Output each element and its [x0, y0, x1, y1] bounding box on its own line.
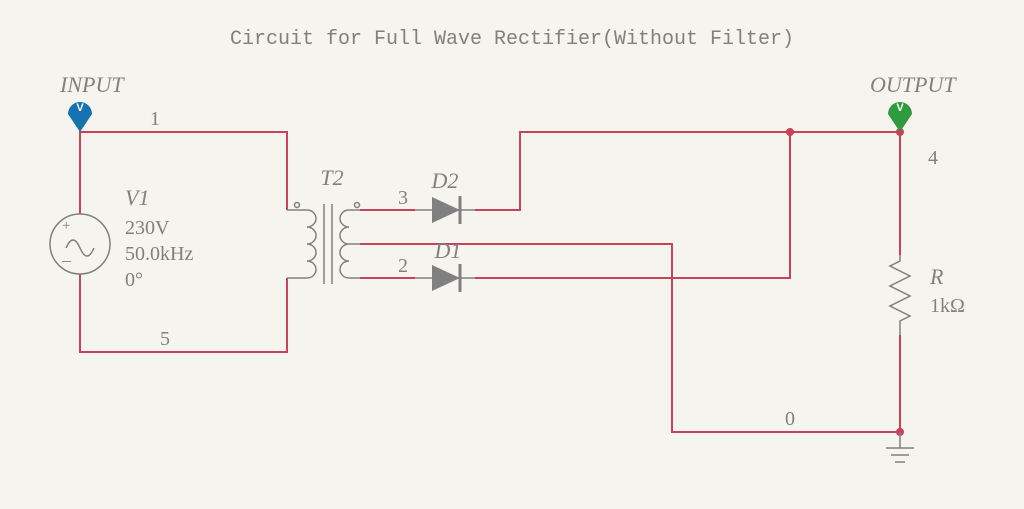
diagram-title: Circuit for Full Wave Rectifier(Without …	[230, 28, 794, 51]
probe-output-letter: V	[896, 102, 904, 114]
diode-d1	[415, 264, 475, 292]
net-0: 0	[785, 408, 795, 430]
wire-n5	[80, 274, 287, 352]
label-output: OUTPUT	[870, 72, 957, 97]
source-v1: + –	[50, 214, 110, 274]
svg-text:+: +	[62, 218, 70, 234]
net-2: 2	[398, 255, 408, 277]
wire-n4-top	[475, 132, 900, 210]
net-3: 3	[398, 187, 408, 209]
t2-name: T2	[320, 165, 343, 190]
v1-voltage: 230V	[125, 217, 170, 239]
probe-output[interactable]: V	[888, 102, 912, 132]
net-4: 4	[928, 147, 938, 169]
transformer-t2	[287, 203, 360, 285]
d1-name: D1	[434, 238, 462, 263]
svg-text:–: –	[61, 250, 72, 270]
probe-input[interactable]: V	[68, 102, 92, 132]
wire-n4-mid	[475, 132, 790, 278]
v1-name: V1	[125, 185, 149, 210]
schematic-canvas: Circuit for Full Wave Rectifier(Without …	[0, 0, 1024, 509]
v1-phase: 0°	[125, 269, 143, 291]
d2-name: D2	[431, 168, 459, 193]
resistor-r	[890, 255, 910, 335]
r-name: R	[929, 264, 944, 289]
ground-symbol	[886, 432, 914, 462]
diode-d2	[415, 196, 475, 224]
label-input: INPUT	[59, 72, 125, 97]
net-5: 5	[160, 328, 170, 350]
net-1: 1	[150, 108, 160, 130]
r-value: 1kΩ	[930, 295, 965, 317]
wire-n1	[80, 132, 287, 214]
probe-input-letter: V	[76, 102, 84, 114]
node-n4-junction	[786, 128, 794, 136]
v1-freq: 50.0kHz	[125, 243, 193, 265]
